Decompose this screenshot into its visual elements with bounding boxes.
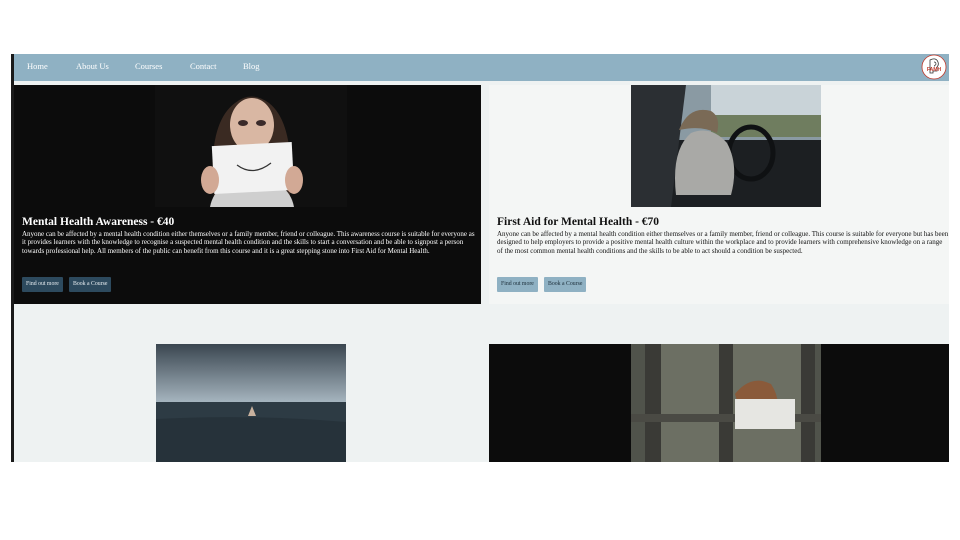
logo-text: FAMH [927,67,942,73]
course-title: Mental Health Awareness - €40 [22,216,175,228]
nav-courses-link[interactable]: Courses [135,61,162,71]
nav-blog-link[interactable]: Blog [243,61,260,71]
book-course-button[interactable]: Book a Course [69,277,112,292]
person-resting-on-steering-wheel-photo [631,85,821,207]
nav-contact-link[interactable]: Contact [190,61,216,71]
hand-reaching-out-of-sea-photo [156,344,346,462]
course-description: Anyone can be affected by a mental healt… [22,230,475,255]
nav-about-link[interactable]: About Us [76,61,109,71]
course-title: First Aid for Mental Health - €70 [497,216,660,228]
course-card-4 [489,344,949,462]
top-nav: Home About Us Courses Contact Blog FAMH [11,54,949,81]
course-card-first-aid: First Aid for Mental Health - €70 Anyone… [489,85,949,304]
find-out-more-button[interactable]: Find out more [22,277,63,292]
book-course-button[interactable]: Book a Course [544,277,587,292]
course-description: Anyone can be affected by a mental healt… [497,230,949,255]
course-card-3 [14,344,481,462]
find-out-more-button[interactable]: Find out more [497,277,538,292]
woman-holding-smiley-paper-photo [155,85,347,207]
head-silhouette-icon[interactable]: FAMH [921,54,947,80]
nav-home-link[interactable]: Home [27,61,48,71]
course-card-awareness: Mental Health Awareness - €40 Anyone can… [14,85,481,304]
window-edge [11,54,14,462]
web-page: Home About Us Courses Contact Blog FAMH [11,54,949,462]
person-leaning-on-window-frame-photo [631,344,821,462]
